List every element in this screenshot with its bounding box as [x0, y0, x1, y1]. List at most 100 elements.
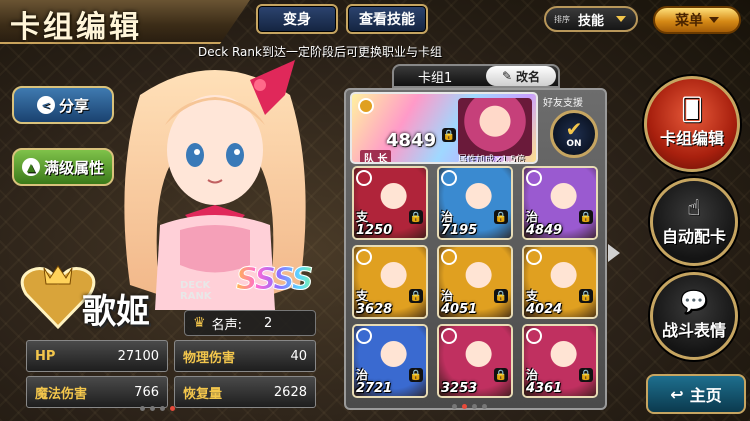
deck-card[interactable]: 治 🔒 4051: [437, 245, 513, 319]
deck-card[interactable]: 支 🔒 3628: [352, 245, 428, 319]
page-dot[interactable]: [482, 404, 487, 409]
stat-label: HP: [35, 348, 56, 364]
deck-card[interactable]: 治 🔒 4849: [522, 166, 598, 240]
deck-page-dots: [452, 404, 487, 409]
sort-caption: 排序: [554, 14, 570, 24]
card-value: 2721: [356, 381, 393, 396]
deck-edit-label: 卡组编辑: [659, 129, 724, 148]
deck-rank-caption: DECK RANK: [180, 280, 234, 306]
sort-value: 技能: [578, 13, 605, 29]
rename-button[interactable]: ✎ 改名: [486, 66, 556, 86]
leader-label: 队 长: [360, 150, 392, 162]
lock-icon: 🔒: [409, 368, 423, 382]
stat-label: 恢复量: [183, 386, 223, 402]
lock-icon: 🔒: [494, 368, 508, 382]
card-value: 4051: [441, 302, 478, 317]
lock-icon: 🔒: [579, 368, 593, 382]
lock-icon: 🔒: [579, 289, 593, 303]
auto-deck-button[interactable]: ☝ 自动配卡: [650, 178, 738, 266]
card-value: 4024: [526, 302, 563, 317]
page-dot[interactable]: [452, 404, 457, 409]
card-value: 4361: [526, 381, 563, 396]
card-value: 7195: [441, 223, 478, 238]
page-dot-active[interactable]: [170, 406, 175, 411]
stat-value: 40: [290, 348, 307, 364]
chevron-down-icon: [616, 16, 627, 22]
toggle-label: ON: [566, 139, 582, 149]
element-icon: [356, 249, 372, 265]
home-button[interactable]: ↩ 主页: [646, 374, 746, 414]
page-dot[interactable]: [472, 404, 477, 409]
page-dot[interactable]: [160, 406, 165, 411]
deck-card[interactable]: 治 🔒 4361: [522, 324, 598, 398]
deck-card[interactable]: 🔒 3253: [437, 324, 513, 398]
deck-name: 卡组1: [418, 70, 453, 86]
card-value: 1250: [356, 223, 393, 238]
menu-label: 菜单: [675, 13, 703, 29]
chevron-right-icon[interactable]: [608, 244, 620, 262]
leader-card[interactable]: 4849 队 长 属性加成×1.5倍 🔒: [350, 92, 538, 164]
character-name: 歌姬: [82, 292, 150, 332]
character-page-dots: [140, 406, 175, 411]
return-arrow-icon: ↩: [670, 384, 684, 404]
share-icon: <: [36, 96, 55, 114]
share-label: 分享: [58, 96, 89, 115]
pencil-icon: ✎: [501, 69, 513, 83]
page-dot[interactable]: [150, 406, 155, 411]
element-icon: [441, 170, 457, 186]
element-icon: [441, 249, 457, 265]
auto-deck-label: 自动配卡: [661, 227, 726, 246]
sort-button[interactable]: 排序 技能: [544, 6, 638, 32]
lock-icon: 🔒: [409, 289, 423, 303]
lock-icon: 🔒: [494, 289, 508, 303]
fame-value: 2: [263, 315, 273, 331]
deck-card[interactable]: 支 🔒 4024: [522, 245, 598, 319]
deck-rank-value: SSSS: [236, 262, 320, 302]
element-icon: [356, 328, 372, 344]
stat-magic-damage: 魔法伤害 766: [26, 376, 168, 408]
card-value: 3628: [356, 302, 393, 317]
lock-icon: 🔒: [579, 210, 593, 224]
transform-button[interactable]: 变身: [256, 4, 338, 34]
view-skill-button[interactable]: 查看技能: [346, 4, 428, 34]
menu-button[interactable]: 菜单: [653, 6, 741, 34]
chevron-down-icon: [709, 17, 719, 23]
page-dot-active[interactable]: [462, 404, 467, 409]
lock-icon: 🔒: [494, 210, 508, 224]
deck-card[interactable]: 治 🔒 7195: [437, 166, 513, 240]
element-icon: [526, 170, 542, 186]
stat-value: 27100: [117, 348, 159, 364]
rename-label: 改名: [516, 69, 541, 84]
speech-bubble-icon: 💬: [680, 290, 708, 315]
element-icon: [356, 170, 372, 186]
arrow-up-icon: ▲: [21, 158, 40, 176]
home-label: 主页: [689, 386, 722, 405]
element-icon: [526, 249, 542, 265]
heart-element-icon: [358, 98, 374, 114]
max-attributes-button[interactable]: ▲ 满级属性: [12, 148, 114, 186]
deck-rank-line1: DECK: [180, 280, 211, 291]
deck-card[interactable]: 治 🔒 2721: [352, 324, 428, 398]
lock-icon: 🔒: [442, 128, 456, 142]
crown-icon: ♛: [193, 315, 206, 331]
stat-physical-damage: 物理伤害 40: [174, 340, 316, 372]
element-icon: [441, 328, 457, 344]
page-dot[interactable]: [140, 406, 145, 411]
leader-portrait: [458, 98, 532, 156]
stat-label: 魔法伤害: [35, 386, 88, 402]
stat-recovery: 恢复量 2628: [174, 376, 316, 408]
battle-emote-button[interactable]: 💬 战斗表情: [650, 272, 738, 360]
fame-label: 名声:: [211, 317, 242, 333]
share-button[interactable]: < 分享: [12, 86, 114, 124]
deck-edit-button[interactable]: 🂠 卡组编辑: [644, 76, 740, 172]
battle-emote-label: 战斗表情: [661, 321, 726, 340]
deck-card[interactable]: 支 🔒 1250: [352, 166, 428, 240]
max-attributes-label: 满级属性: [43, 158, 104, 177]
friend-support-toggle[interactable]: ✔ ON: [550, 110, 598, 158]
leader-bonus: 属性加成×1.5倍: [458, 155, 525, 164]
element-icon: [526, 328, 542, 344]
stats-grid: HP 27100 物理伤害 40 魔法伤害 766 恢复量 2628: [26, 340, 316, 408]
page-title: 卡组编辑: [10, 10, 142, 45]
lock-icon: 🔒: [409, 210, 423, 224]
stat-label: 物理伤害: [183, 350, 236, 366]
